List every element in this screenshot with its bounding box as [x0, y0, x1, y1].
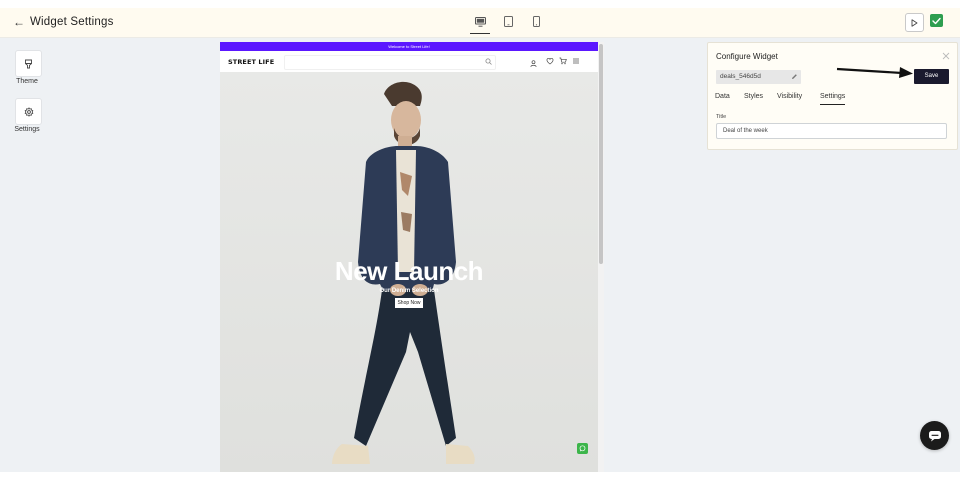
sign-in-link[interactable]: Sign In: [526, 54, 540, 76]
tablet-view-button[interactable]: [499, 13, 517, 30]
user-icon: [529, 60, 537, 67]
tab-data[interactable]: Data: [715, 93, 730, 100]
arrow-left-icon: ←: [13, 15, 25, 29]
sidebar-label-theme: Theme: [16, 78, 38, 85]
sidebar-label-settings: Settings: [14, 126, 40, 133]
play-icon: [911, 18, 918, 27]
publish-checkbox[interactable]: [930, 14, 943, 27]
preview-scrollbar[interactable]: [598, 42, 604, 472]
hero-banner: New Launch Our Denim Selection Shop Now: [220, 72, 598, 472]
store-header: STREET LIFE Sign In: [220, 51, 598, 76]
store-search-input[interactable]: [284, 55, 496, 70]
theme-icon: [25, 59, 32, 68]
title-field-label: Title: [716, 114, 727, 120]
tab-settings[interactable]: Settings: [820, 93, 846, 105]
menu-icon[interactable]: [572, 57, 580, 65]
tab-visibility[interactable]: Visibility: [777, 93, 802, 100]
shop-now-button[interactable]: Shop Now: [395, 298, 423, 308]
heart-icon[interactable]: [546, 57, 554, 65]
whatsapp-icon: [579, 445, 586, 452]
title-input[interactable]: Deal of the week: [716, 123, 947, 139]
widget-id-field[interactable]: deals_546d5d: [716, 70, 801, 84]
panel-title: Configure Widget: [716, 52, 778, 61]
whatsapp-button[interactable]: [577, 443, 588, 454]
sidebar-item-settings[interactable]: [15, 98, 42, 125]
gear-icon: [24, 106, 33, 117]
top-bar: ← Widget Settings: [0, 8, 960, 38]
hero-title: New Launch: [334, 256, 484, 286]
hero-subtitle: Our Denim Selection: [379, 288, 439, 294]
chat-icon: [928, 430, 941, 441]
store-preview: Welcome to Street Life! STREET LIFE Sign…: [220, 42, 598, 472]
mobile-view-button[interactable]: [527, 13, 545, 30]
save-button[interactable]: Save: [914, 69, 949, 84]
desktop-view-button[interactable]: [470, 13, 490, 34]
close-icon[interactable]: [942, 52, 950, 60]
preview-play-button[interactable]: [905, 13, 924, 32]
sidebar-item-theme[interactable]: [15, 50, 42, 77]
chat-button[interactable]: [920, 421, 949, 450]
desktop-icon: [474, 16, 486, 27]
cart-icon[interactable]: [559, 57, 567, 65]
page-title: Widget Settings: [30, 16, 114, 28]
check-icon: [932, 17, 941, 24]
tablet-icon: [503, 16, 513, 27]
search-icon: [485, 58, 492, 65]
annotation-arrow-icon: [836, 67, 913, 78]
announcement-bar: Welcome to Street Life!: [220, 42, 598, 51]
tab-styles[interactable]: Styles: [744, 93, 763, 100]
back-button[interactable]: ← Widget Settings: [13, 14, 114, 30]
mobile-icon: [532, 16, 540, 27]
store-logo[interactable]: STREET LIFE: [228, 58, 274, 66]
pencil-icon[interactable]: [791, 73, 798, 80]
scrollbar-thumb[interactable]: [599, 44, 603, 264]
widget-id-text: deals_546d5d: [720, 73, 761, 80]
